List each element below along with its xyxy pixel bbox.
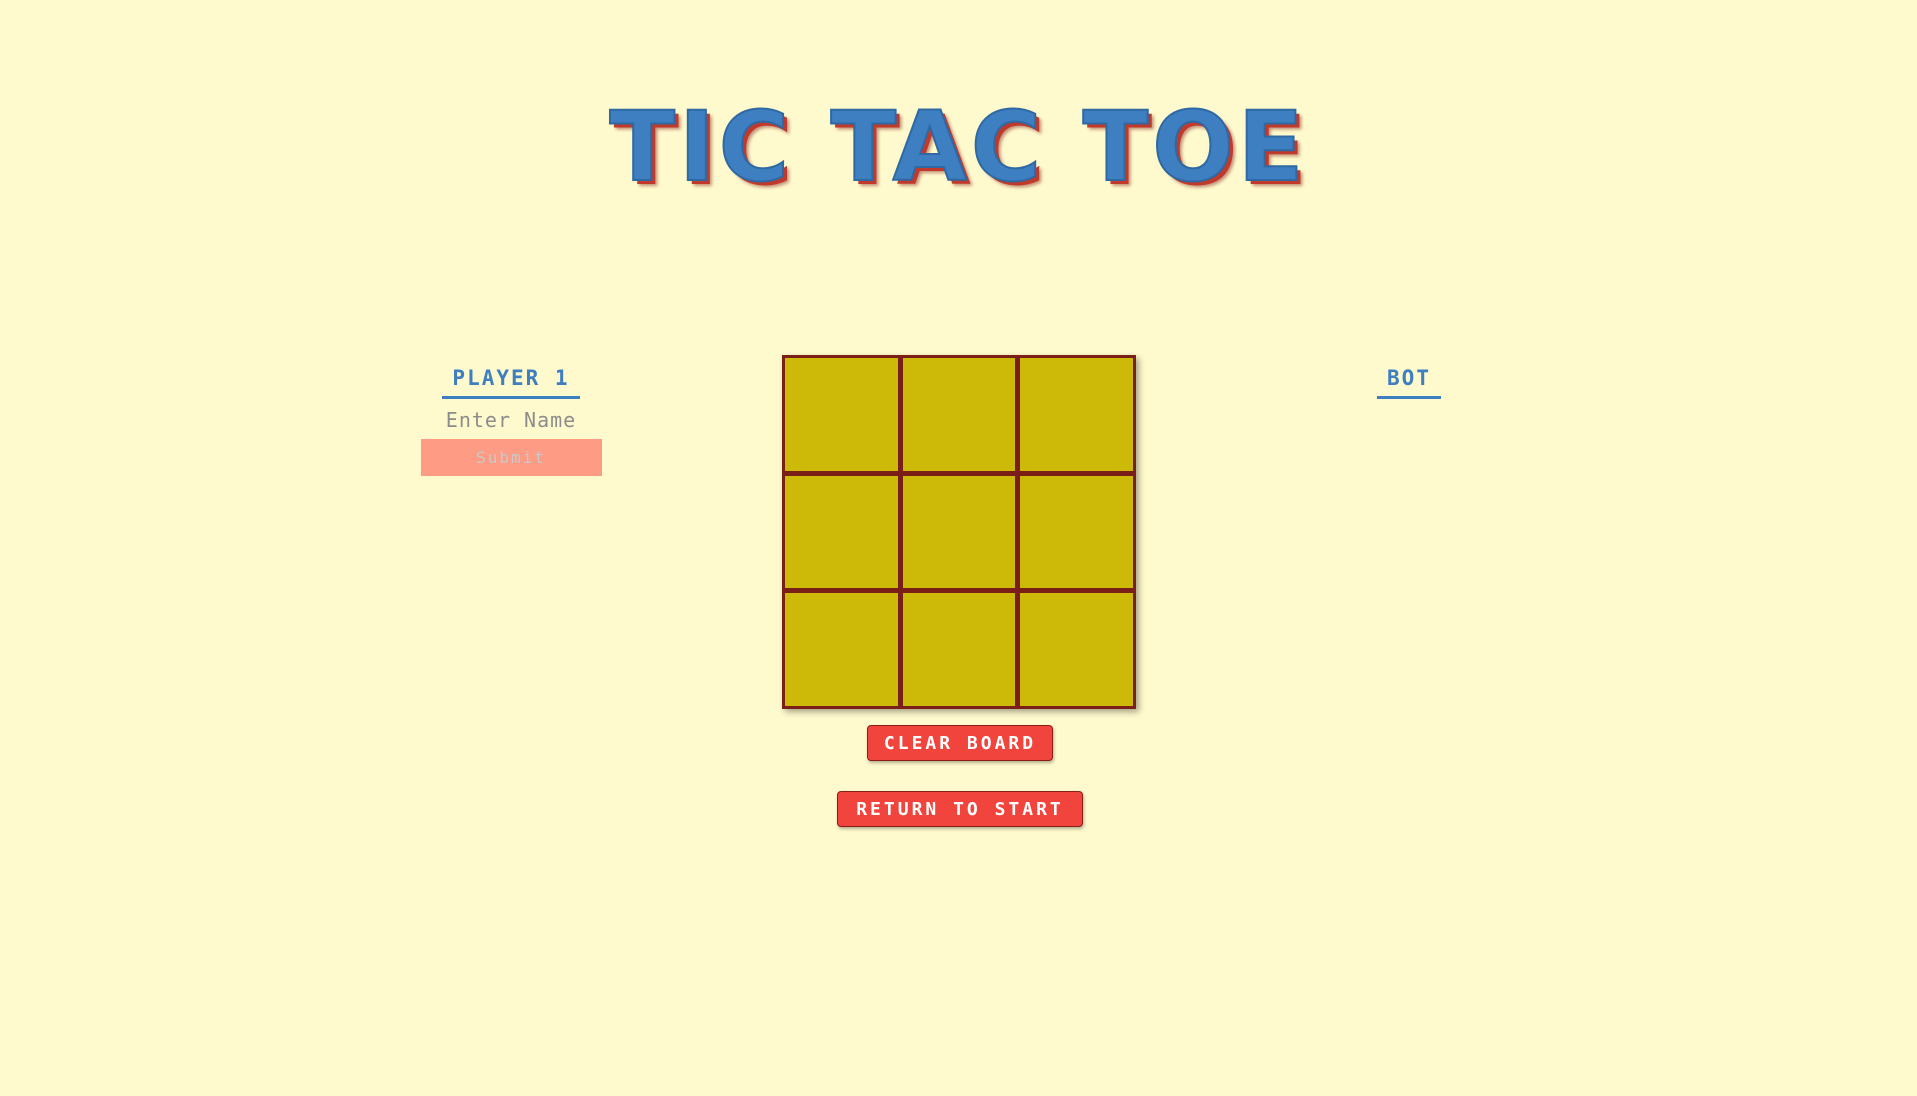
board-cell-8[interactable]	[902, 593, 1016, 706]
bot-panel: BOT	[1376, 362, 1442, 399]
game-board	[782, 355, 1136, 709]
board-cell-1[interactable]	[785, 358, 898, 471]
board-cell-2[interactable]	[902, 358, 1016, 471]
game-title: TIC TAC TOE	[609, 91, 1308, 203]
player1-name-input[interactable]	[420, 405, 602, 435]
board-cell-6[interactable]	[1020, 475, 1133, 589]
player1-submit-button[interactable]: Submit	[420, 439, 602, 476]
player1-panel: PLAYER 1 Submit	[420, 362, 602, 476]
board-cell-7[interactable]	[785, 593, 898, 706]
player1-label: PLAYER 1	[442, 362, 580, 399]
return-to-start-button[interactable]: RETURN TO START	[837, 791, 1083, 827]
board-cell-5[interactable]	[902, 475, 1016, 589]
bot-label: BOT	[1377, 362, 1441, 399]
board-cell-4[interactable]	[785, 475, 898, 589]
board-cell-3[interactable]	[1020, 358, 1133, 471]
clear-board-button[interactable]: CLEAR BOARD	[867, 725, 1053, 761]
board-cell-9[interactable]	[1020, 593, 1133, 706]
